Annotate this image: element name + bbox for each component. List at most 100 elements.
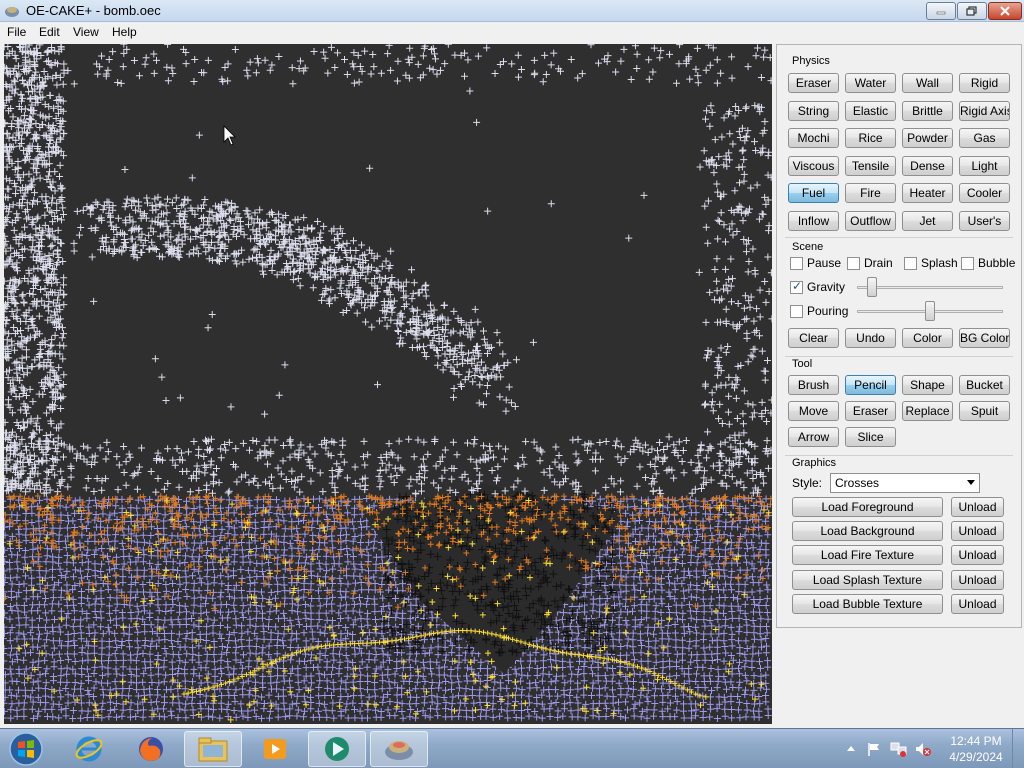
physics-rice-button[interactable]: Rice bbox=[845, 128, 896, 149]
maximize-button[interactable] bbox=[957, 2, 987, 20]
style-label: Style: bbox=[792, 476, 823, 490]
physics-heater-button[interactable]: Heater bbox=[902, 183, 953, 204]
taskbar: 12:44 PM 4/29/2024 bbox=[0, 728, 1024, 768]
tool-arrow-button[interactable]: Arrow bbox=[788, 427, 839, 447]
taskbar-firefox[interactable] bbox=[122, 731, 180, 767]
gravity-slider-thumb[interactable] bbox=[866, 277, 877, 297]
taskbar-media-player[interactable] bbox=[246, 731, 304, 767]
taskbar-media-center[interactable] bbox=[308, 731, 366, 767]
menu-bar: File Edit View Help bbox=[0, 22, 1024, 42]
load-splash-texture-button[interactable]: Load Splash Texture bbox=[792, 569, 943, 590]
physics-jet-button[interactable]: Jet bbox=[902, 211, 953, 231]
physics-string-button[interactable]: String bbox=[788, 100, 839, 121]
physics-water-button[interactable]: Water bbox=[845, 73, 896, 93]
bubble-checkbox[interactable]: Bubble bbox=[961, 256, 1016, 272]
firefox-icon bbox=[139, 737, 163, 761]
physics-brittle-button[interactable]: Brittle bbox=[902, 100, 953, 121]
physics-dense-button[interactable]: Dense bbox=[902, 155, 953, 176]
pouring-checkbox[interactable]: Pouring bbox=[790, 304, 850, 320]
oe-cake-icon bbox=[385, 741, 413, 760]
pause-checkbox[interactable]: Pause bbox=[790, 256, 841, 272]
clock-date[interactable]: 4/29/2024 bbox=[940, 750, 1012, 764]
physics-cooler-button[interactable]: Cooler bbox=[959, 183, 1010, 204]
physics-gas-button[interactable]: Gas bbox=[959, 128, 1010, 149]
scene-clear-button[interactable]: Clear bbox=[788, 328, 839, 348]
tool-slice-button[interactable]: Slice bbox=[845, 427, 896, 447]
tool-shape-button[interactable]: Shape bbox=[902, 375, 953, 395]
physics-tensile-button[interactable]: Tensile bbox=[845, 155, 896, 176]
tool-pencil-button[interactable]: Pencil bbox=[845, 375, 896, 395]
physics-rigid-button[interactable]: Rigid bbox=[959, 73, 1010, 93]
taskbar-file-explorer[interactable] bbox=[184, 731, 242, 767]
style-dropdown[interactable]: Crosses bbox=[830, 473, 980, 493]
taskbar-oe-cake[interactable] bbox=[370, 731, 428, 767]
tool-group-label: Tool bbox=[792, 358, 813, 370]
title-bar[interactable]: OE-CAKE+ - bomb.oec bbox=[0, 0, 1024, 22]
taskbar-internet-explorer[interactable] bbox=[60, 731, 118, 767]
scene-undo-button[interactable]: Undo bbox=[845, 328, 896, 348]
separator bbox=[785, 237, 1013, 238]
app-icon bbox=[5, 7, 19, 17]
folder-icon bbox=[198, 737, 228, 762]
tool-bucket-button[interactable]: Bucket bbox=[959, 375, 1010, 395]
show-desktop-button[interactable] bbox=[1012, 729, 1024, 768]
minimize-button[interactable] bbox=[926, 2, 956, 20]
unload-splash-texture-button[interactable]: Unload bbox=[951, 569, 1004, 590]
physics-elastic-button[interactable]: Elastic bbox=[845, 100, 896, 121]
menu-help[interactable]: Help bbox=[112, 25, 137, 39]
internet-explorer-icon bbox=[75, 736, 103, 762]
network-icon[interactable] bbox=[890, 741, 908, 757]
tool-move-button[interactable]: Move bbox=[788, 401, 839, 421]
gravity-slider[interactable] bbox=[857, 286, 1003, 289]
physics-wall-button[interactable]: Wall bbox=[902, 73, 953, 93]
tool-eraser-button[interactable]: Eraser bbox=[845, 401, 896, 421]
clock-time[interactable]: 12:44 PM bbox=[940, 734, 1012, 748]
scene-color-button[interactable]: Color bbox=[902, 328, 953, 348]
separator bbox=[785, 356, 1013, 357]
scene-bg-color-button[interactable]: BG Color bbox=[959, 328, 1010, 348]
unload-foreground-button[interactable]: Unload bbox=[951, 497, 1004, 517]
graphics-group-label: Graphics bbox=[792, 457, 837, 469]
physics-fuel-button[interactable]: Fuel bbox=[788, 183, 839, 204]
media-player-icon bbox=[264, 739, 286, 759]
tool-replace-button[interactable]: Replace bbox=[902, 401, 953, 421]
unload-fire-texture-button[interactable]: Unload bbox=[951, 545, 1004, 566]
load-fire-texture-button[interactable]: Load Fire Texture bbox=[792, 545, 943, 566]
unload-bubble-texture-button[interactable]: Unload bbox=[951, 593, 1004, 614]
pouring-slider-thumb[interactable] bbox=[925, 301, 935, 321]
start-button[interactable] bbox=[6, 731, 46, 767]
menu-view[interactable]: View bbox=[73, 25, 99, 39]
physics-inflow-button[interactable]: Inflow bbox=[788, 211, 839, 231]
close-button[interactable] bbox=[988, 2, 1022, 20]
chevron-up-icon[interactable] bbox=[846, 744, 856, 752]
load-bubble-texture-button[interactable]: Load Bubble Texture bbox=[792, 593, 943, 614]
physics-eraser-button[interactable]: Eraser bbox=[788, 73, 839, 93]
gravity-checkbox[interactable]: Gravity bbox=[790, 279, 850, 296]
restore-icon bbox=[966, 6, 977, 16]
physics-fire-button[interactable]: Fire bbox=[845, 183, 896, 204]
load-foreground-button[interactable]: Load Foreground bbox=[792, 497, 943, 517]
tool-brush-button[interactable]: Brush bbox=[788, 375, 839, 395]
tool-spuit-button[interactable]: Spuit bbox=[959, 401, 1010, 421]
flag-icon[interactable] bbox=[866, 741, 882, 757]
simulation-canvas[interactable] bbox=[4, 44, 772, 724]
physics-rigid-axis-button[interactable]: Rigid Axis bbox=[959, 100, 1010, 121]
menu-file[interactable]: File bbox=[7, 25, 26, 39]
close-icon bbox=[1000, 6, 1010, 16]
physics-viscous-button[interactable]: Viscous bbox=[788, 155, 839, 176]
volume-muted-icon[interactable] bbox=[914, 741, 932, 757]
physics-user-s-button[interactable]: User's bbox=[959, 211, 1010, 231]
menu-edit[interactable]: Edit bbox=[39, 25, 60, 39]
physics-group-label: Physics bbox=[792, 55, 830, 67]
windows-orb-icon bbox=[9, 732, 43, 766]
load-background-button[interactable]: Load Background bbox=[792, 521, 943, 542]
physics-powder-button[interactable]: Powder bbox=[902, 128, 953, 149]
splash-checkbox[interactable]: Splash bbox=[904, 256, 958, 272]
drain-checkbox[interactable]: Drain bbox=[847, 256, 897, 272]
physics-outflow-button[interactable]: Outflow bbox=[845, 211, 896, 231]
control-panel: Physics Eraser Water Wall Rigid String Elasti… bbox=[776, 44, 1022, 628]
system-tray: 12:44 PM 4/29/2024 bbox=[840, 729, 1024, 768]
physics-light-button[interactable]: Light bbox=[959, 155, 1010, 176]
physics-mochi-button[interactable]: Mochi bbox=[788, 128, 839, 149]
unload-background-button[interactable]: Unload bbox=[951, 521, 1004, 542]
